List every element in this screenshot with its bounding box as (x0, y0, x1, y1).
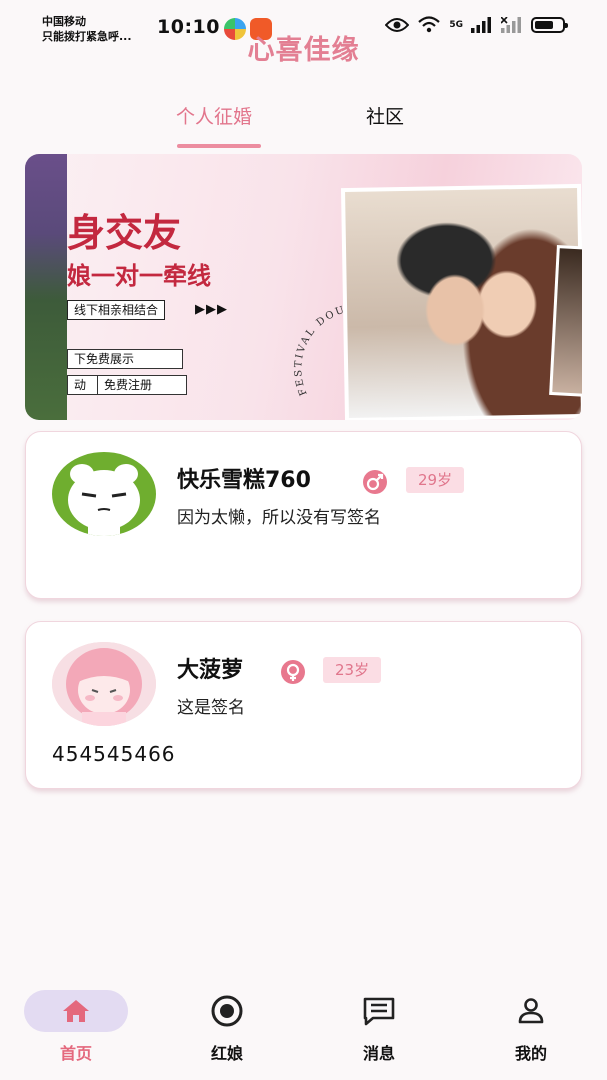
female-icon (281, 660, 305, 684)
avatar-anime-girl-image (52, 642, 156, 726)
nav-messages-label: 消息 (362, 1044, 395, 1063)
profile-name: 快乐雪糕760 (177, 468, 311, 493)
user-icon (518, 998, 544, 1024)
banner-feature-display: 下免费展示 (67, 349, 183, 369)
profile-extra-text: 454545466 (52, 742, 176, 766)
avatar-cartoon-image (68, 464, 140, 536)
banner-flower-decoration (25, 154, 67, 420)
tab-community[interactable]: 社区 (362, 104, 408, 150)
age-badge: 29岁 (406, 467, 465, 493)
profile-name: 大菠萝 (177, 658, 244, 683)
carrier-name: 中国移动 (42, 15, 86, 28)
profile-card[interactable]: 快乐雪糕760 29岁 因为太懒，所以没有写签名 (25, 431, 582, 599)
banner-title: 身交友 (67, 210, 182, 255)
bottom-navigation: 首页 红娘 消息 我的 (0, 978, 607, 1080)
tab-bar: 个人征婚 社区 (0, 104, 607, 154)
nav-profile-label: 我的 (514, 1044, 547, 1063)
target-icon (211, 995, 243, 1027)
nav-matchmaker-label: 红娘 (210, 1044, 243, 1063)
home-icon (63, 1000, 89, 1022)
nav-profile[interactable]: 我的 (476, 978, 586, 1074)
promo-banner[interactable]: 身交友 娘一对一牵线 线下相亲相结合 ▶▶▶ 下免费展示 动 免费注册 FEST… (25, 154, 582, 420)
nav-messages[interactable]: 消息 (324, 978, 434, 1074)
profile-signature: 这是签名 (177, 698, 245, 718)
banner-subtitle: 娘一对一牵线 (67, 261, 211, 290)
age-badge: 23岁 (323, 657, 382, 683)
nav-home-label: 首页 (59, 1044, 92, 1063)
app-title: 心喜佳缘 (247, 35, 360, 66)
nav-matchmaker[interactable]: 红娘 (172, 978, 282, 1074)
banner-arrows: ▶▶▶ (195, 302, 228, 317)
banner-feature-register: 免费注册 (97, 375, 187, 395)
male-icon (363, 470, 387, 494)
profile-signature: 因为太懒，所以没有写签名 (177, 508, 381, 528)
banner-couple-photo (340, 183, 582, 420)
avatar[interactable] (52, 452, 156, 536)
banner-tagline: 线下相亲相结合 (67, 300, 166, 320)
message-icon (363, 997, 395, 1026)
profile-card[interactable]: 大菠萝 23岁 这是签名 454545466 (25, 621, 582, 789)
nav-home[interactable]: 首页 (21, 978, 131, 1074)
active-tab-indicator (177, 144, 261, 148)
avatar[interactable] (52, 642, 156, 726)
